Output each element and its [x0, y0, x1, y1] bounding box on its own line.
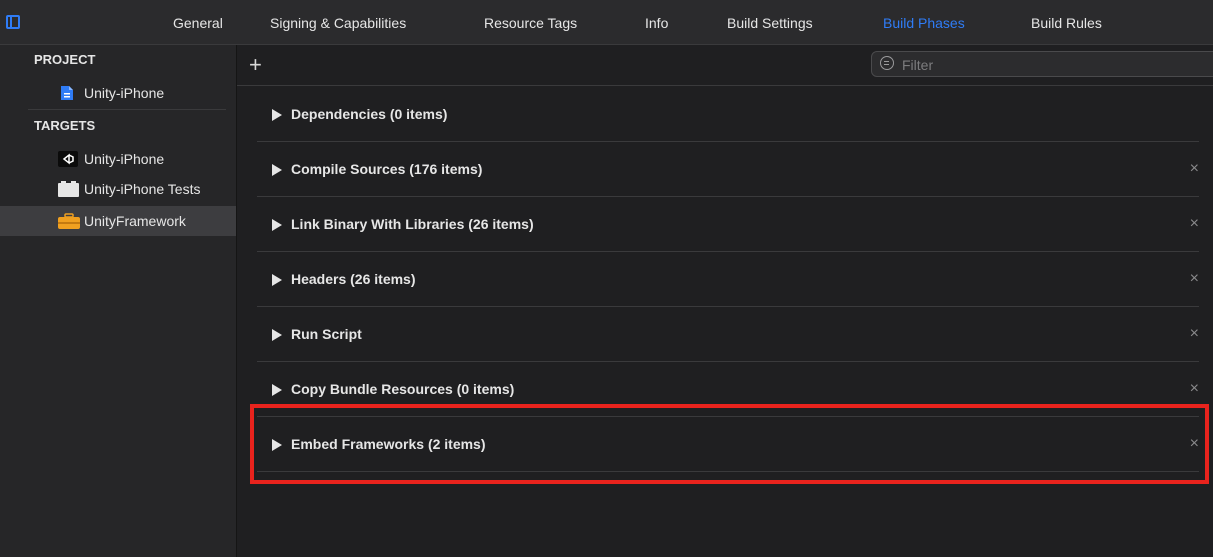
delete-phase-button[interactable]: ×: [1190, 270, 1199, 288]
build-phase-label: Embed Frameworks (2 items): [291, 436, 486, 452]
build-phase-label: Run Script: [291, 326, 362, 342]
build-phase-run-script[interactable]: Run Script ×: [257, 308, 1199, 363]
xcode-build-phases-window: General Signing & Capabilities Resource …: [0, 0, 1213, 557]
delete-phase-button[interactable]: ×: [1190, 160, 1199, 178]
build-phase-label: Compile Sources (176 items): [291, 161, 483, 177]
phase-divider: [257, 471, 1199, 472]
delete-phase-button[interactable]: ×: [1190, 325, 1199, 343]
sidebar-item-target-unity-iphone-tests[interactable]: Unity-iPhone Tests: [0, 174, 236, 204]
build-phase-compile-sources[interactable]: Compile Sources (176 items) ×: [257, 143, 1199, 198]
unity-app-icon: [58, 151, 78, 167]
build-phase-label: Headers (26 items): [291, 271, 416, 287]
sidebar-item-project-unity-iphone[interactable]: Unity-iPhone: [0, 78, 236, 108]
phase-divider: [257, 251, 1199, 252]
sidebar-item-label: UnityFramework: [84, 213, 186, 229]
filter-input[interactable]: [900, 55, 1204, 75]
disclosure-triangle-icon[interactable]: [272, 164, 282, 176]
tab-general[interactable]: General: [173, 15, 223, 31]
build-phase-label: Dependencies (0 items): [291, 106, 448, 122]
tab-resource-tags[interactable]: Resource Tags: [484, 15, 577, 31]
sidebar-item-label: Unity-iPhone Tests: [84, 181, 201, 197]
build-phase-dependencies[interactable]: Dependencies (0 items): [257, 88, 1199, 143]
phase-divider: [257, 306, 1199, 307]
disclosure-triangle-icon[interactable]: [272, 109, 282, 121]
delete-phase-button[interactable]: ×: [1190, 380, 1199, 398]
phase-divider: [257, 196, 1199, 197]
filter-icon: [880, 56, 894, 70]
tab-signing-capabilities[interactable]: Signing & Capabilities: [270, 15, 406, 31]
phase-divider: [257, 141, 1199, 142]
framework-toolbox-icon: [58, 213, 80, 229]
build-phase-embed-frameworks[interactable]: Embed Frameworks (2 items) ×: [257, 418, 1199, 473]
tab-build-rules[interactable]: Build Rules: [1031, 15, 1102, 31]
delete-phase-button[interactable]: ×: [1190, 435, 1199, 453]
sidebar-item-target-unity-iphone[interactable]: Unity-iPhone: [0, 144, 236, 174]
delete-phase-button[interactable]: ×: [1190, 215, 1199, 233]
build-phase-label: Link Binary With Libraries (26 items): [291, 216, 534, 232]
sidebar-toggle-icon[interactable]: [6, 15, 20, 29]
disclosure-triangle-icon[interactable]: [272, 219, 282, 231]
tab-info[interactable]: Info: [645, 15, 668, 31]
build-phase-headers[interactable]: Headers (26 items) ×: [257, 253, 1199, 308]
disclosure-triangle-icon[interactable]: [272, 384, 282, 396]
build-phase-link-binary[interactable]: Link Binary With Libraries (26 items) ×: [257, 198, 1199, 253]
filter-field[interactable]: [871, 51, 1213, 77]
disclosure-triangle-icon[interactable]: [272, 329, 282, 341]
test-bundle-icon: [58, 181, 79, 197]
build-phases-toolbar: +: [237, 45, 1213, 86]
add-build-phase-button[interactable]: +: [249, 54, 262, 76]
phase-divider: [257, 361, 1199, 362]
sidebar-divider: [28, 109, 226, 110]
tab-build-settings[interactable]: Build Settings: [727, 15, 813, 31]
editor-tab-bar: General Signing & Capabilities Resource …: [0, 0, 1213, 45]
build-phases-editor: + Dependencies (0 items) Compile Sources…: [237, 45, 1213, 557]
project-section-header: PROJECT: [34, 52, 96, 67]
tab-build-phases[interactable]: Build Phases: [883, 15, 965, 31]
targets-sidebar: PROJECT Unity-iPhone TARGETS Unity-iPhon…: [0, 45, 237, 557]
disclosure-triangle-icon[interactable]: [272, 274, 282, 286]
phase-divider: [257, 416, 1199, 417]
sidebar-item-label: Unity-iPhone: [84, 151, 165, 167]
build-phase-copy-bundle-resources[interactable]: Copy Bundle Resources (0 items) ×: [257, 363, 1199, 418]
targets-section-header: TARGETS: [34, 118, 96, 133]
build-phase-label: Copy Bundle Resources (0 items): [291, 381, 515, 397]
disclosure-triangle-icon[interactable]: [272, 439, 282, 451]
sidebar-item-target-unityframework[interactable]: UnityFramework: [0, 206, 236, 236]
sidebar-item-label: Unity-iPhone: [84, 85, 165, 101]
project-file-icon: [61, 86, 73, 100]
